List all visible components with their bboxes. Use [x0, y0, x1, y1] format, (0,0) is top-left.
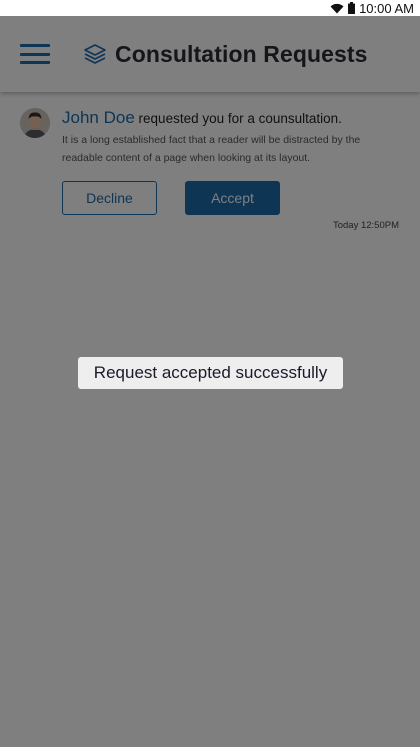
toast-message: Request accepted successfully: [78, 357, 343, 389]
battery-icon: [348, 2, 356, 14]
status-bar: 10:00 AM: [0, 0, 420, 16]
wifi-icon: [330, 3, 344, 14]
status-time: 10:00 AM: [359, 0, 414, 16]
